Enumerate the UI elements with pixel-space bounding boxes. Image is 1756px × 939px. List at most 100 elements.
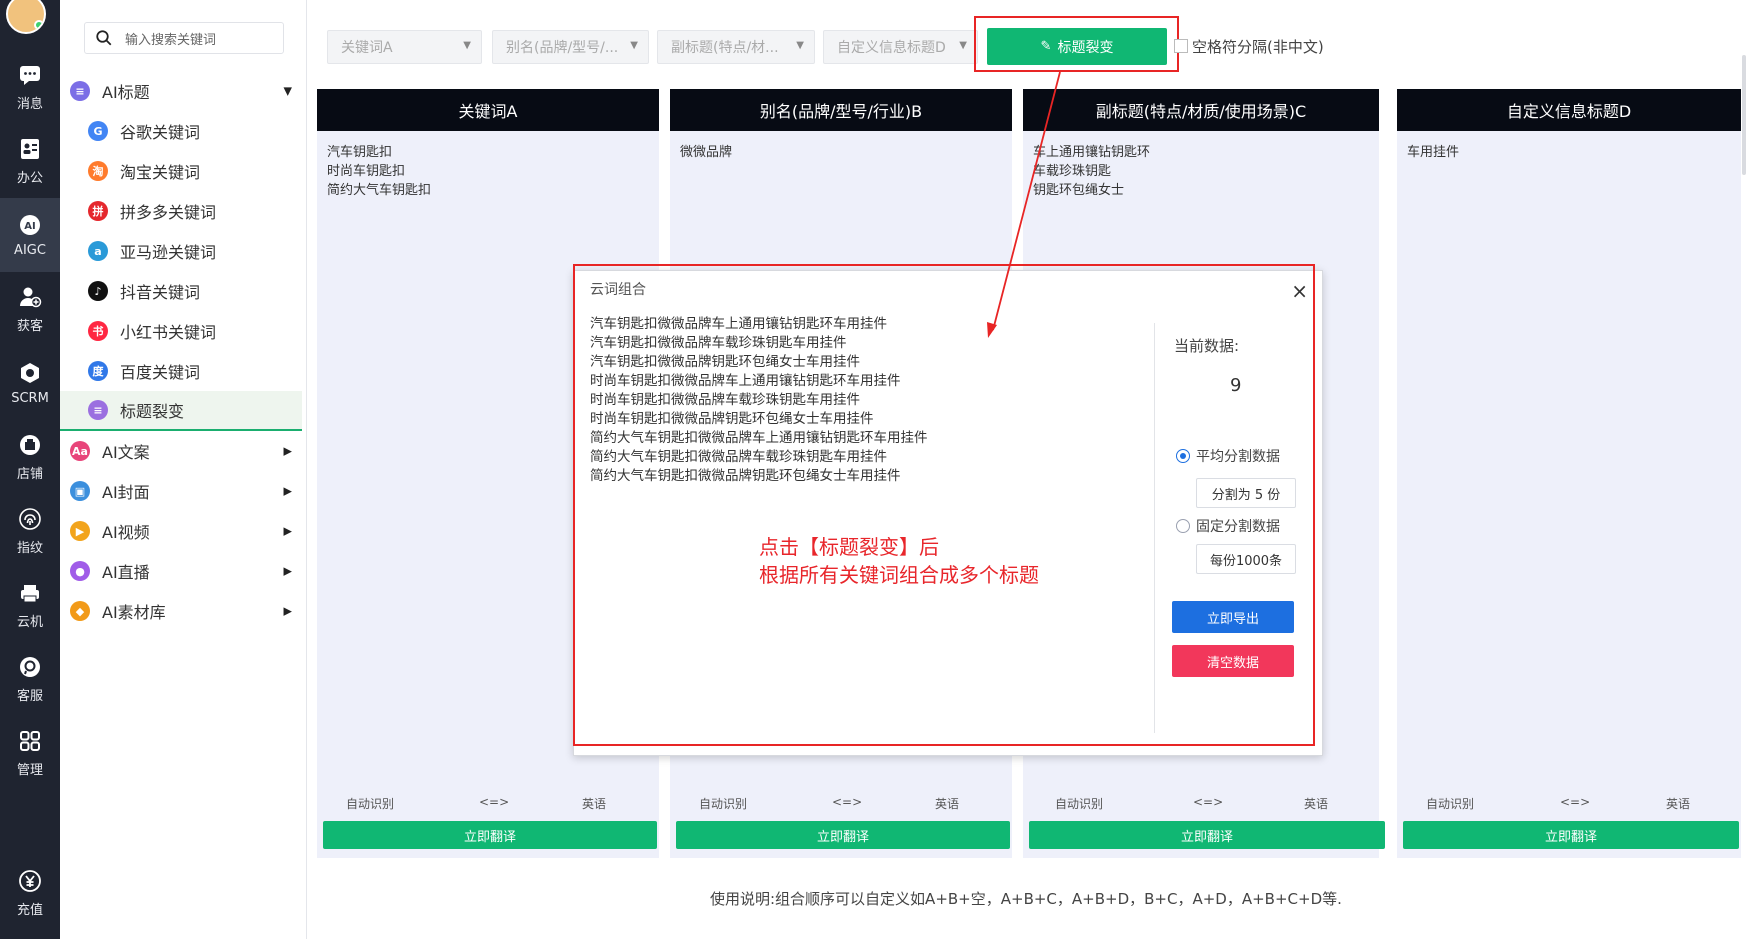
live-camera-icon: ● <box>70 561 90 581</box>
menu-label: 标题裂变 <box>120 402 185 421</box>
rail-item-service[interactable]: 客服 <box>0 642 60 716</box>
select-value: 别名(品牌/型号/... <box>506 40 619 56</box>
select-custom-d[interactable]: 自定义信息标题D ▼ <box>823 30 978 64</box>
search-input[interactable]: 输入搜索关键词 <box>84 22 284 54</box>
select-value: 副标题(特点/材... <box>671 40 779 56</box>
column-textarea[interactable]: 车用挂件 <box>1407 143 1459 162</box>
column-line: 简约大气车钥匙扣 <box>327 183 432 198</box>
swap-icon[interactable]: <=> <box>479 795 509 809</box>
rail-item-recharge[interactable]: 充值 <box>0 856 60 930</box>
space-separator-label: 空格符分隔(非中文) <box>1192 38 1324 56</box>
swap-icon[interactable]: <=> <box>1193 795 1223 809</box>
translate-button[interactable]: 立即翻译 <box>1029 821 1385 849</box>
sidebar-item-title-fission[interactable]: ≡ 标题裂变 <box>60 391 302 431</box>
rail-item-scrm[interactable]: SCRM <box>0 346 60 420</box>
select-value: 自定义信息标题D <box>837 40 946 56</box>
taobao-icon: 淘 <box>88 161 108 181</box>
rail-item-office[interactable]: 办公 <box>0 124 60 198</box>
google-icon: G <box>88 121 108 141</box>
rail-label: 充值 <box>16 903 43 918</box>
swap-icon[interactable]: <=> <box>1560 795 1590 809</box>
left-rail: 消息 办公 AI AIGC 获客 SCRM 店铺 指纹 云机 客服 管理 充值 <box>0 0 60 939</box>
chevron-down-icon: ▼ <box>959 40 967 51</box>
menu-label: AI文案 <box>102 443 150 462</box>
menu-label: AI封面 <box>102 483 150 502</box>
rail-item-store[interactable]: 店铺 <box>0 420 60 494</box>
sidebar-item-taobao[interactable]: 淘 淘宝关键词 <box>60 151 302 191</box>
sidebar-item-amazon[interactable]: a 亚马逊关键词 <box>60 231 302 271</box>
source-language[interactable]: 自动识别 <box>699 795 747 812</box>
select-keyword-a[interactable]: 关键词A ▼ <box>327 30 482 64</box>
menu-group-ai-title[interactable]: ≡ AI标题 ▼ <box>60 71 302 111</box>
menu-group-ai-video[interactable]: ▶ AI视频 ▶ <box>60 511 302 551</box>
column-line: 微微品牌 <box>680 145 733 160</box>
rail-item-manage[interactable]: 管理 <box>0 716 60 790</box>
target-language[interactable]: 英语 <box>1304 795 1328 812</box>
rail-label: 消息 <box>16 97 43 112</box>
menu-group-ai-cover[interactable]: ▣ AI封面 ▶ <box>60 471 302 511</box>
source-language[interactable]: 自动识别 <box>346 795 394 812</box>
app-window: 消息 办公 AI AIGC 获客 SCRM 店铺 指纹 云机 客服 管理 充值 … <box>0 0 1756 939</box>
sidebar: 输入搜索关键词 ≡ AI标题 ▼ G 谷歌关键词 淘 淘宝关键词 拼 拼多多关键… <box>60 0 307 939</box>
select-value: 关键词A <box>341 40 393 56</box>
chevron-down-icon: ▼ <box>463 40 471 51</box>
column-line: 汽车钥匙扣 <box>327 145 393 160</box>
sidebar-item-xiaohongshu[interactable]: 书 小红书关键词 <box>60 311 302 351</box>
caret-right-icon: ▶ <box>283 484 292 498</box>
sidebar-item-pinduoduo[interactable]: 拼 拼多多关键词 <box>60 191 302 231</box>
target-language[interactable]: 英语 <box>935 795 959 812</box>
source-language[interactable]: 自动识别 <box>1426 795 1474 812</box>
store-icon <box>17 432 43 458</box>
ai-icon: AI <box>17 212 43 238</box>
asset-library-icon: ◆ <box>70 601 90 621</box>
search-placeholder: 输入搜索关键词 <box>125 32 217 48</box>
caret-right-icon: ▶ <box>283 564 292 578</box>
sidebar-item-douyin[interactable]: ♪ 抖音关键词 <box>60 271 302 311</box>
select-subtitle-c[interactable]: 副标题(特点/材... ▼ <box>657 30 815 64</box>
column-textarea[interactable]: 汽车钥匙扣 时尚车钥匙扣 简约大气车钥匙扣 <box>327 143 431 200</box>
column-line: 车用挂件 <box>1407 145 1460 160</box>
menu-label: 拼多多关键词 <box>120 203 217 222</box>
target-language[interactable]: 英语 <box>1666 795 1690 812</box>
headset-icon <box>17 654 43 680</box>
video-icon: ▶ <box>70 521 90 541</box>
highlight-box-button <box>974 16 1179 72</box>
rail-label: 云机 <box>16 615 43 630</box>
rail-item-messages[interactable]: 消息 <box>0 50 60 124</box>
copywriting-icon: Aa <box>70 441 90 461</box>
select-alias-b[interactable]: 别名(品牌/型号/... ▼ <box>492 30 649 64</box>
menu-label: 抖音关键词 <box>120 283 201 302</box>
menu-label: 淘宝关键词 <box>120 163 201 182</box>
avatar[interactable] <box>6 0 46 34</box>
fingerprint-icon <box>17 506 43 532</box>
highlight-box-dialog <box>573 264 1315 746</box>
translate-button[interactable]: 立即翻译 <box>676 821 1010 849</box>
translate-button[interactable]: 立即翻译 <box>1403 821 1739 849</box>
space-separator-checkbox[interactable] <box>1174 39 1188 53</box>
pinduoduo-icon: 拼 <box>88 201 108 221</box>
rail-item-cloud-machine[interactable]: 云机 <box>0 568 60 642</box>
menu-group-ai-copy[interactable]: Aa AI文案 ▶ <box>60 431 302 471</box>
rail-item-acquire[interactable]: 获客 <box>0 272 60 346</box>
sidebar-item-google[interactable]: G 谷歌关键词 <box>60 111 302 151</box>
target-language[interactable]: 英语 <box>582 795 606 812</box>
menu-group-ai-assets[interactable]: ◆ AI素材库 ▶ <box>60 591 302 631</box>
column-header: 关键词A <box>317 89 659 131</box>
rail-item-aigc[interactable]: AI AIGC <box>0 198 60 272</box>
column-textarea[interactable]: 微微品牌 <box>680 143 732 162</box>
column-custom-d: 自定义信息标题D 车用挂件 自动识别 <=> 英语 立即翻译 <box>1397 89 1741 858</box>
column-textarea[interactable]: 车上通用镶钻钥匙环 车载珍珠钥匙 钥匙环包绳女士 <box>1033 143 1150 200</box>
menu-group-ai-live[interactable]: ● AI直播 ▶ <box>60 551 302 591</box>
rail-label: 管理 <box>16 763 43 778</box>
source-language[interactable]: 自动识别 <box>1055 795 1103 812</box>
rail-item-fingerprint[interactable]: 指纹 <box>0 494 60 568</box>
scrollbar[interactable] <box>1742 55 1746 175</box>
swap-icon[interactable]: <=> <box>832 795 862 809</box>
gear-box-icon <box>17 360 43 386</box>
translate-button[interactable]: 立即翻译 <box>323 821 657 849</box>
menu-label: 小红书关键词 <box>120 323 217 342</box>
menu-label: 百度关键词 <box>120 363 201 382</box>
menu-label: AI素材库 <box>102 603 166 622</box>
sidebar-item-baidu[interactable]: 度 百度关键词 <box>60 351 302 391</box>
baidu-icon: 度 <box>88 361 108 381</box>
